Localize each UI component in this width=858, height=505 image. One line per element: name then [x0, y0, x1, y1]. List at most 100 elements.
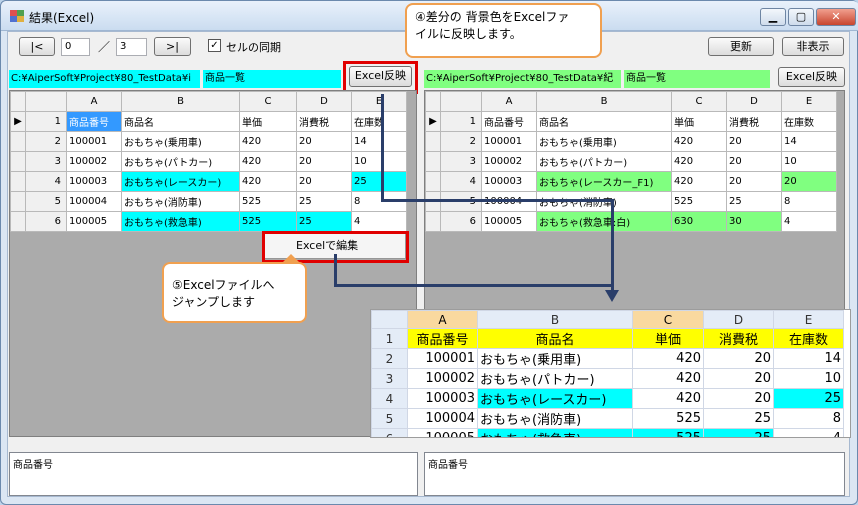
cell[interactable]: 420	[239, 171, 297, 192]
cell[interactable]: 20	[296, 131, 352, 152]
cell[interactable]: 商品名	[121, 111, 240, 132]
cell[interactable]: 525	[671, 191, 727, 212]
col-header[interactable]: C	[239, 91, 297, 112]
cell[interactable]: 4	[781, 211, 837, 232]
col-header[interactable]: E	[781, 91, 837, 112]
diff-cell[interactable]: 630	[671, 211, 727, 232]
diff-cell[interactable]: 525	[239, 211, 297, 232]
row-header[interactable]: 3	[440, 151, 482, 172]
cell[interactable]: 8	[781, 191, 837, 212]
diff-cell[interactable]: 20	[781, 171, 837, 192]
cell[interactable]: おもちゃ(乗用車)	[536, 131, 672, 152]
cell[interactable]: 4	[351, 211, 407, 232]
row-header[interactable]: 2	[440, 131, 482, 152]
col-header[interactable]: B	[121, 91, 240, 112]
diff-cell[interactable]: 25	[296, 211, 352, 232]
cell[interactable]: 25	[726, 191, 782, 212]
excel-col-header: D	[703, 310, 774, 329]
cell[interactable]: 単価	[239, 111, 297, 132]
cell[interactable]: 14	[781, 131, 837, 152]
row-header[interactable]: 3	[25, 151, 67, 172]
cell[interactable]: 100005	[481, 211, 537, 232]
hide-button[interactable]: 非表示	[782, 37, 844, 56]
diff-cell[interactable]: おもちゃ(救急車)	[121, 211, 240, 232]
cell[interactable]: 在庫数	[351, 111, 407, 132]
cell[interactable]: 10	[781, 151, 837, 172]
cell[interactable]: 525	[239, 191, 297, 212]
row-header[interactable]: 6	[440, 211, 482, 232]
diff-cell[interactable]: 30	[726, 211, 782, 232]
row-header[interactable]: 4	[25, 171, 67, 192]
row-header[interactable]: 5	[25, 191, 67, 212]
minimize-button[interactable]: ▁	[760, 8, 786, 26]
col-header[interactable]: C	[671, 91, 727, 112]
row-header[interactable]: 1	[440, 111, 482, 132]
row-header[interactable]: 2	[25, 131, 67, 152]
cell[interactable]: 20	[726, 131, 782, 152]
cell[interactable]: 100005	[66, 211, 122, 232]
left-memo[interactable]: 商品番号	[9, 452, 418, 496]
cell[interactable]: 25	[296, 191, 352, 212]
row-header[interactable]: 1	[25, 111, 67, 132]
col-header[interactable]: E	[351, 91, 407, 112]
cell[interactable]: 14	[351, 131, 407, 152]
cell[interactable]: 100001	[481, 131, 537, 152]
cell[interactable]: 消費税	[726, 111, 782, 132]
cell[interactable]: 420	[239, 131, 297, 152]
callout-reflect: ④差分の 背景色をExcelファ イルに反映します。	[405, 3, 602, 58]
cell[interactable]: 20	[726, 151, 782, 172]
cell[interactable]: 420	[671, 151, 727, 172]
cell[interactable]: 420	[671, 171, 727, 192]
cell[interactable]: おもちゃ(消防車)	[121, 191, 240, 212]
row-header[interactable]: 6	[25, 211, 67, 232]
cell[interactable]: 在庫数	[781, 111, 837, 132]
cell[interactable]: 100001	[66, 131, 122, 152]
right-excel-reflect-button[interactable]: Excel反映	[778, 67, 845, 87]
cell[interactable]: 20	[296, 151, 352, 172]
right-memo[interactable]: 商品番号	[424, 452, 845, 496]
refresh-button[interactable]: 更新	[708, 37, 774, 56]
diff-cell[interactable]: 25	[351, 171, 407, 192]
cell[interactable]: おもちゃ(乗用車)	[121, 131, 240, 152]
maximize-button[interactable]: ▢	[788, 8, 814, 26]
excel-cell: 525	[632, 408, 704, 429]
cell[interactable]: 商品名	[536, 111, 672, 132]
cell[interactable]: 消費税	[296, 111, 352, 132]
col-header[interactable]: D	[296, 91, 352, 112]
col-header[interactable]: B	[536, 91, 672, 112]
cell[interactable]: 商品番号	[66, 111, 122, 132]
cell[interactable]: おもちゃ(パトカー)	[536, 151, 672, 172]
cell[interactable]: 100003	[481, 171, 537, 192]
sync-checkbox[interactable]: ✓	[208, 39, 221, 52]
col-header[interactable]: A	[66, 91, 122, 112]
cell[interactable]: 100002	[481, 151, 537, 172]
col-header[interactable]: A	[481, 91, 537, 112]
cell[interactable]: 20	[296, 171, 352, 192]
cell[interactable]: 商品番号	[481, 111, 537, 132]
cell[interactable]: おもちゃ(パトカー)	[121, 151, 240, 172]
excel-cell: 420	[632, 348, 704, 369]
last-page-button[interactable]: >|	[154, 37, 191, 56]
cell[interactable]: 20	[726, 171, 782, 192]
cell[interactable]: 100004	[66, 191, 122, 212]
cell[interactable]: 単価	[671, 111, 727, 132]
page-current-field[interactable]: 0	[61, 38, 90, 56]
cell[interactable]: 100002	[66, 151, 122, 172]
left-sheet-name: 商品一覧	[203, 70, 341, 88]
cell[interactable]: 420	[239, 151, 297, 172]
first-page-button[interactable]: |<	[19, 37, 55, 56]
cell[interactable]: 420	[671, 131, 727, 152]
excel-cell: 10	[773, 368, 844, 389]
diff-cell[interactable]: おもちゃ(レースカー_F1)	[536, 171, 672, 192]
cell[interactable]: 100003	[66, 171, 122, 192]
connector	[334, 254, 337, 287]
cell[interactable]: 10	[351, 151, 407, 172]
excel-cell: 商品番号	[407, 328, 478, 349]
row-header[interactable]: 4	[440, 171, 482, 192]
col-header[interactable]: D	[726, 91, 782, 112]
diff-cell[interactable]: おもちゃ(救急車:白)	[536, 211, 672, 232]
excel-diff-cell: 525	[632, 428, 704, 437]
diff-cell[interactable]: おもちゃ(レースカー)	[121, 171, 240, 192]
close-button[interactable]: ✕	[816, 8, 856, 26]
connector	[381, 199, 614, 202]
